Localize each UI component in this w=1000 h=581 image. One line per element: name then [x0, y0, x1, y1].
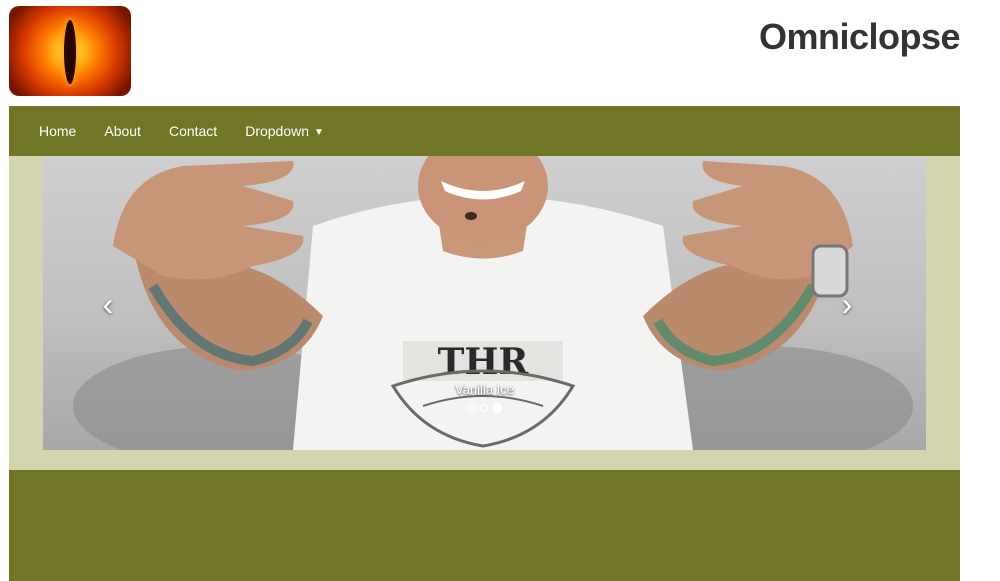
nav-about[interactable]: About — [90, 106, 155, 156]
carousel-prev-control[interactable]: ‹ — [93, 286, 123, 322]
nav-home[interactable]: Home — [25, 106, 90, 156]
carousel-caption: Vanilla Ice — [454, 382, 514, 397]
image-carousel[interactable]: THR ‹ › Vanilla Ice — [43, 156, 926, 450]
carousel-indicator-2[interactable] — [479, 404, 488, 412]
nav-contact[interactable]: Contact — [155, 106, 231, 156]
carousel-indicator-1[interactable] — [467, 404, 476, 412]
site-title: Omniclopse — [758, 16, 961, 57]
carousel-next-control[interactable]: › — [832, 286, 862, 322]
nav-dropdown-label: Dropdown — [245, 123, 310, 139]
chevron-left-icon: ‹ — [102, 286, 114, 322]
carousel-indicators — [43, 403, 926, 413]
nav-home-label: Home — [39, 123, 77, 139]
carousel-indicator-3[interactable] — [491, 403, 502, 413]
eye-pupil-graphic — [64, 20, 76, 84]
carousel-container: THR ‹ › Vanilla Ice — [9, 156, 960, 470]
chevron-right-icon: › — [841, 286, 853, 322]
content-band — [9, 470, 960, 581]
nav-contact-label: Contact — [168, 123, 218, 139]
site-logo[interactable] — [9, 6, 131, 96]
navbar: Home About Contact Dropdown ▼ — [9, 106, 960, 156]
nav-about-label: About — [104, 123, 141, 139]
caret-down-icon: ▼ — [314, 126, 324, 138]
nav-dropdown[interactable]: Dropdown ▼ — [231, 106, 338, 156]
svg-text:THR: THR — [438, 341, 530, 383]
